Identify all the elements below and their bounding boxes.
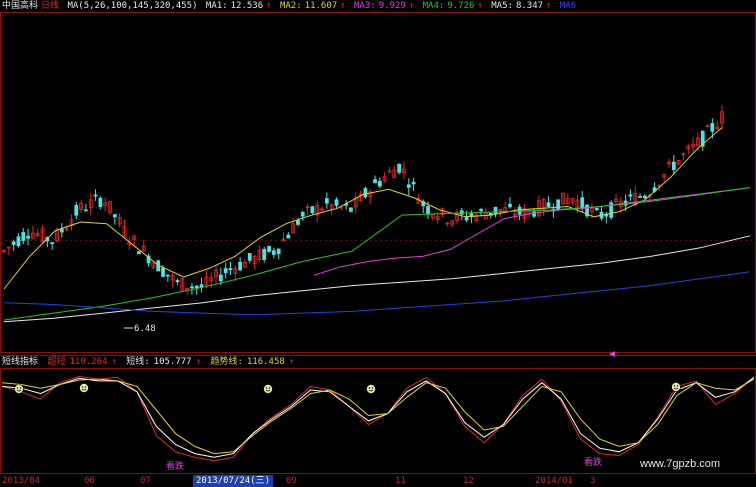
candle-body — [286, 234, 291, 239]
candle-body — [642, 195, 647, 199]
candle-body — [556, 199, 561, 211]
candle-group — [2, 105, 724, 295]
time-label-6: 12 — [463, 476, 474, 486]
smiley-eye — [676, 385, 679, 387]
indicator-line-1 — [1, 376, 755, 458]
watermark: www.7gpzb.com — [640, 458, 721, 470]
candle-body — [594, 208, 599, 211]
candle-body — [190, 286, 194, 289]
candle-body — [50, 242, 55, 245]
candle-body — [377, 180, 382, 187]
candle-body — [262, 249, 267, 260]
time-label-4: 09 — [286, 476, 297, 486]
candle-body — [137, 251, 141, 255]
candle-body — [532, 211, 536, 217]
time-label-2: 06 — [84, 476, 95, 486]
buy-signal-smiley-icon — [366, 384, 376, 394]
ma-line-ma6 — [3, 271, 751, 316]
smiley-eye — [268, 387, 271, 389]
candle-body — [112, 214, 117, 218]
candle-body — [426, 206, 430, 214]
candle-body — [493, 206, 498, 214]
candle-body — [710, 123, 715, 132]
candle-body — [397, 163, 402, 173]
buy-signal-smiley-icon — [671, 382, 681, 392]
smiley-eye — [16, 387, 19, 389]
smiley-eye — [81, 386, 84, 388]
low-price-label: 6.48 — [134, 324, 156, 334]
candle-body — [628, 194, 633, 197]
ma-lines-group — [3, 127, 751, 323]
candle-body — [218, 274, 223, 282]
smiley-eye — [19, 387, 22, 389]
time-label-8: 3 — [590, 476, 596, 486]
candle-body — [84, 209, 88, 212]
bear-label-1: 看跌 — [166, 460, 184, 472]
time-label-3: 07 — [140, 476, 151, 486]
candle-body — [175, 280, 180, 283]
time-cursor-label[interactable]: 2013/07/24(三) — [193, 475, 274, 487]
candle-body — [223, 268, 228, 274]
candle-body — [267, 246, 271, 252]
ma-line-ma4 — [3, 187, 751, 321]
time-axis: 2013/04 06 07 2013/07/24(三) 09 11 12 201… — [0, 475, 756, 487]
candle-body — [671, 161, 676, 171]
candle-body — [276, 248, 281, 255]
candle-body — [238, 261, 243, 271]
candle-body — [59, 228, 64, 233]
candle-body — [324, 198, 329, 204]
candle-body — [638, 196, 642, 198]
time-label-5: 11 — [395, 476, 406, 486]
time-label-7: 2014/01 — [535, 476, 573, 486]
candle-body — [74, 205, 79, 216]
candle-body — [310, 206, 315, 214]
buy-signal-smiley-icon — [14, 384, 24, 394]
candle-body — [334, 199, 339, 206]
candle-body — [228, 268, 233, 270]
stock-chart[interactable]: 6.48 看跌 看跌 — [0, 0, 756, 487]
smiley-eye — [673, 385, 676, 387]
smiley-eye — [265, 387, 268, 389]
candle-body — [161, 267, 165, 277]
smiley-eye — [371, 387, 374, 389]
candle-body — [580, 197, 585, 209]
indicator-line-0 — [1, 375, 755, 462]
bear-label-2: 看跌 — [584, 456, 602, 468]
candle-body — [21, 232, 26, 241]
candle-body — [479, 209, 483, 212]
candle-body — [406, 184, 411, 188]
candle-body — [300, 212, 305, 217]
candle-body — [93, 194, 98, 197]
candle-body — [11, 241, 16, 245]
candle-body — [546, 202, 551, 207]
candle-body — [194, 285, 199, 289]
smiley-eye — [368, 387, 371, 389]
candle-body — [508, 203, 512, 208]
time-label-1: 2013/04 — [2, 476, 40, 486]
candle-body — [296, 220, 300, 225]
candle-body — [247, 253, 252, 261]
buy-signal-smiley-icon — [263, 384, 273, 394]
candle-body — [165, 274, 170, 277]
cursor-marker-icon — [609, 351, 615, 357]
candle-body — [271, 250, 276, 255]
marker-group — [14, 382, 681, 394]
candle-body — [98, 197, 103, 207]
smiley-eye — [84, 386, 87, 388]
candle-body — [349, 207, 353, 212]
candle-body — [363, 188, 368, 198]
indicator-lines-group — [1, 375, 755, 462]
candle-body — [26, 235, 30, 239]
candle-body — [373, 179, 377, 184]
candle-body — [16, 236, 21, 247]
candle-body — [411, 181, 416, 185]
buy-signal-smiley-icon — [79, 383, 89, 393]
indicator-line-2 — [1, 378, 755, 455]
